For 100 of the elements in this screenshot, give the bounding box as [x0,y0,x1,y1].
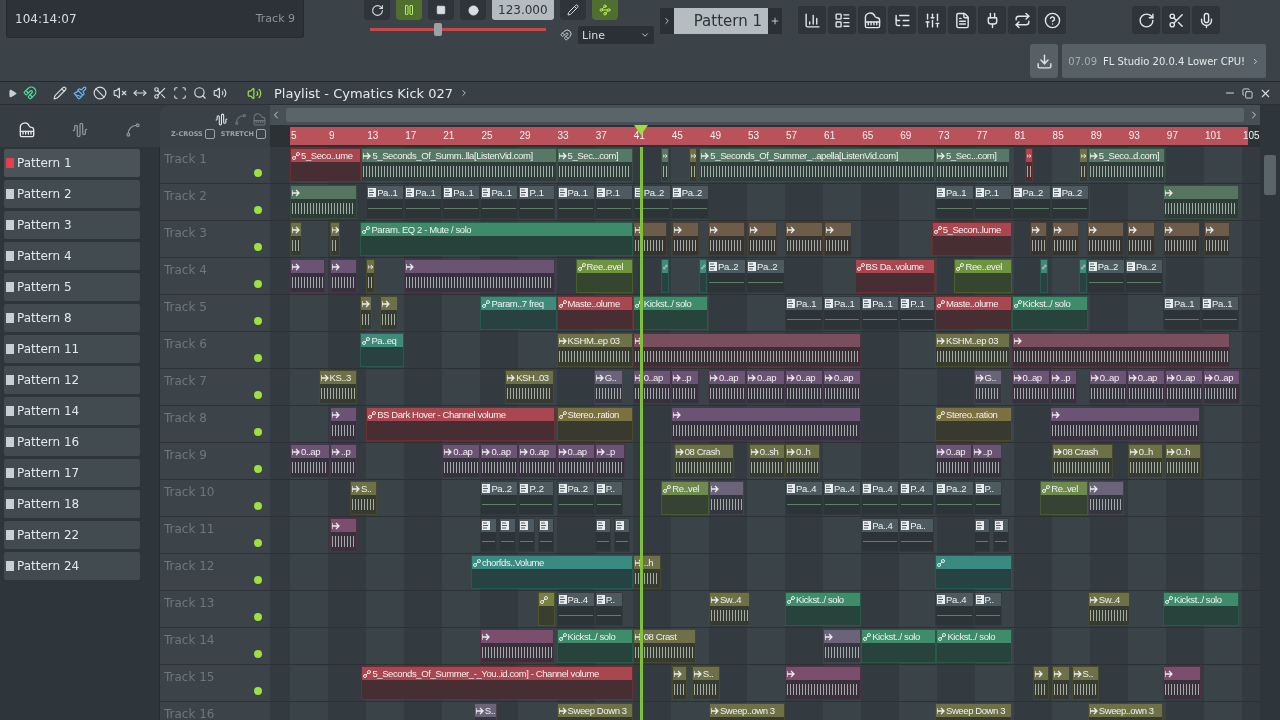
pattern-clip[interactable]: Pa..1 [861,296,900,330]
automation-clip[interactable]: Kickst../ solo [861,629,937,663]
pattern-clip[interactable]: P..4 [899,481,934,515]
pattern-clip[interactable]: Pa..4 [861,518,900,552]
audio-clip[interactable]: 0..ap [1126,370,1165,404]
automation-clip[interactable]: Re..vel [1040,481,1088,515]
audio-clip[interactable]: KSHM..ep 03 [556,333,633,367]
pattern-clip[interactable]: Pa..2 [1011,185,1051,219]
pattern-clip[interactable]: P.. [973,481,1003,515]
audio-clip[interactable]: ..p [329,444,357,478]
audio-clip[interactable]: 0..ap [290,444,330,478]
audio-clip[interactable]: 0..sh [748,444,786,478]
pattern-clip[interactable]: Pa..2 [670,185,709,219]
pattern-item[interactable]: Pattern 14 [4,397,140,425]
pattern-clip[interactable]: Pa..2 [746,259,786,293]
pattern-clip[interactable]: Pa..4 [785,481,824,515]
pattern-clip[interactable]: Pa..4 [861,481,900,515]
automation-clip[interactable]: Kickst../ solo [936,629,1012,663]
pattern-item[interactable]: Pattern 1 [4,149,140,177]
audio-clip[interactable]: ..p [594,444,626,478]
pattern-clip[interactable]: Pa..1 [1201,296,1240,330]
pattern-clip[interactable]: Pa..1 [934,185,974,219]
pattern-selector[interactable]: Pattern 1 [674,8,768,34]
audio-clip[interactable]: 0..ap [556,444,595,478]
audio-clip[interactable]: Sw..4 [1087,592,1130,626]
audio-clip[interactable]: S.. [473,703,497,720]
pattern-item[interactable]: Pattern 3 [4,211,140,239]
pattern-item[interactable]: Pattern 12 [4,366,140,394]
pattern-clip[interactable]: Pa..1 [823,296,862,330]
automation-clip[interactable]: BS Da..volume [854,259,935,293]
audio-clip[interactable]: ..p [971,444,1003,478]
automation-clip[interactable]: Stereo..ration [556,407,633,441]
audio-clip[interactable]: 0..h [785,444,821,478]
pattern-clip[interactable]: Pa..2 [480,481,519,515]
audio-clip[interactable]: Sweep Down 3 [934,703,1012,720]
pattern-clip[interactable]: Pa..4 [823,481,862,515]
audio-clip[interactable]: 08 Crash [673,444,734,478]
audio-clip[interactable]: 0..ap [785,370,824,404]
pattern-clip[interactable]: Pa.. [899,518,934,552]
pattern-clip[interactable]: Pa..4 [934,592,974,626]
pattern-clip[interactable]: P..1 [518,185,555,219]
audio-clip[interactable]: 5_Sec...com] [556,148,633,182]
pattern-item[interactable]: Pattern 2 [4,180,140,208]
automation-clip[interactable]: Param..7 freq [480,296,557,330]
audio-clip[interactable]: 5_Sec...com] [934,148,1010,182]
pattern-item[interactable]: Pattern 16 [4,428,140,456]
audio-clip[interactable]: 5_Seconds_Of_Summ..lla[ListenVid.com] [361,148,557,182]
audio-clip[interactable]: 0..ap [1202,370,1241,404]
pattern-item[interactable]: Pattern 18 [4,490,140,518]
audio-clip[interactable]: 0..ap [1164,370,1203,404]
audio-clip[interactable]: S.. [1071,666,1100,700]
audio-clip[interactable]: 0..ap [442,444,481,478]
audio-clip[interactable]: S.. [349,481,377,515]
audio-clip[interactable]: KS..3 [318,370,357,404]
audio-clip[interactable]: Sweep..own 3 [1087,703,1163,720]
pattern-clip[interactable]: P.. [594,481,624,515]
pattern-clip[interactable]: Pa..1 [480,185,519,219]
audio-clip[interactable]: 0..ap [1088,370,1127,404]
automation-clip[interactable]: Kickst../ solo [785,592,862,626]
automation-clip[interactable]: Param. EQ 2 - Mute / solo [360,222,633,256]
pattern-clip[interactable]: Pa..1 [366,185,405,219]
audio-clip[interactable]: 0..h [1164,444,1202,478]
pattern-clip[interactable]: Pa..2 [1050,185,1089,219]
audio-clip[interactable]: ..p [1049,370,1078,404]
snap-dropdown[interactable]: Line [578,26,654,44]
automation-clip[interactable]: Kickst../ solo [556,629,633,663]
pattern-clip[interactable]: P..1 [899,296,935,330]
pattern-item[interactable]: Pattern 22 [4,521,140,549]
pattern-item[interactable]: Pattern 17 [4,459,140,487]
audio-clip[interactable]: 08 Crash [1051,444,1114,478]
audio-clip[interactable]: 0..ap [746,370,786,404]
audio-clip[interactable]: 5_Seco..d.com] [1087,148,1165,182]
audio-clip[interactable]: Sw..4 [708,592,750,626]
pattern-clip[interactable]: P..1 [973,185,1012,219]
pattern-clip[interactable]: Pa..2 [1124,259,1163,293]
audio-clip[interactable]: 0..ap [823,370,862,404]
automation-clip[interactable]: 5_Seco..ume [290,148,362,182]
automation-clip[interactable]: Stereo..ration [934,407,1012,441]
pattern-clip[interactable]: Pa..2 [1086,259,1125,293]
audio-clip[interactable]: 0..ap [707,370,746,404]
audio-clip[interactable]: KSH..03 [505,370,554,404]
automation-clip[interactable]: BS Dark Hover - Channel volume [366,407,555,441]
audio-clip[interactable]: 5_Seconds_Of_Summer_..apella[ListenVid.com] [699,148,935,182]
audio-clip[interactable]: S.. [691,666,721,700]
automation-clip[interactable]: chorfds..Volume [470,555,633,589]
pattern-clip[interactable]: P.. [594,592,624,626]
automation-clip[interactable]: Maste..olume [934,296,1012,330]
pattern-clip[interactable]: Pa..1 [556,185,595,219]
audio-clip[interactable]: 0..ap [518,444,557,478]
audio-clip[interactable]: Sweep Down 3 [556,703,633,720]
automation-clip[interactable]: 5_Secon..lume [931,222,1012,256]
automation-clip[interactable]: Kickst../ solo [632,296,708,330]
automation-clip[interactable]: Maste..olume [556,296,633,330]
automation-clip[interactable]: Kickst../ solo [1011,296,1088,330]
audio-clip[interactable]: 0..h [1127,444,1163,478]
pattern-clip[interactable]: Pa..2 [706,259,746,293]
automation-clip[interactable]: Ree..evel [954,259,1012,293]
pattern-clip[interactable]: Pa..1 [1162,296,1202,330]
audio-clip[interactable]: G.. [593,370,624,404]
audio-clip[interactable]: G.. [973,370,1003,404]
